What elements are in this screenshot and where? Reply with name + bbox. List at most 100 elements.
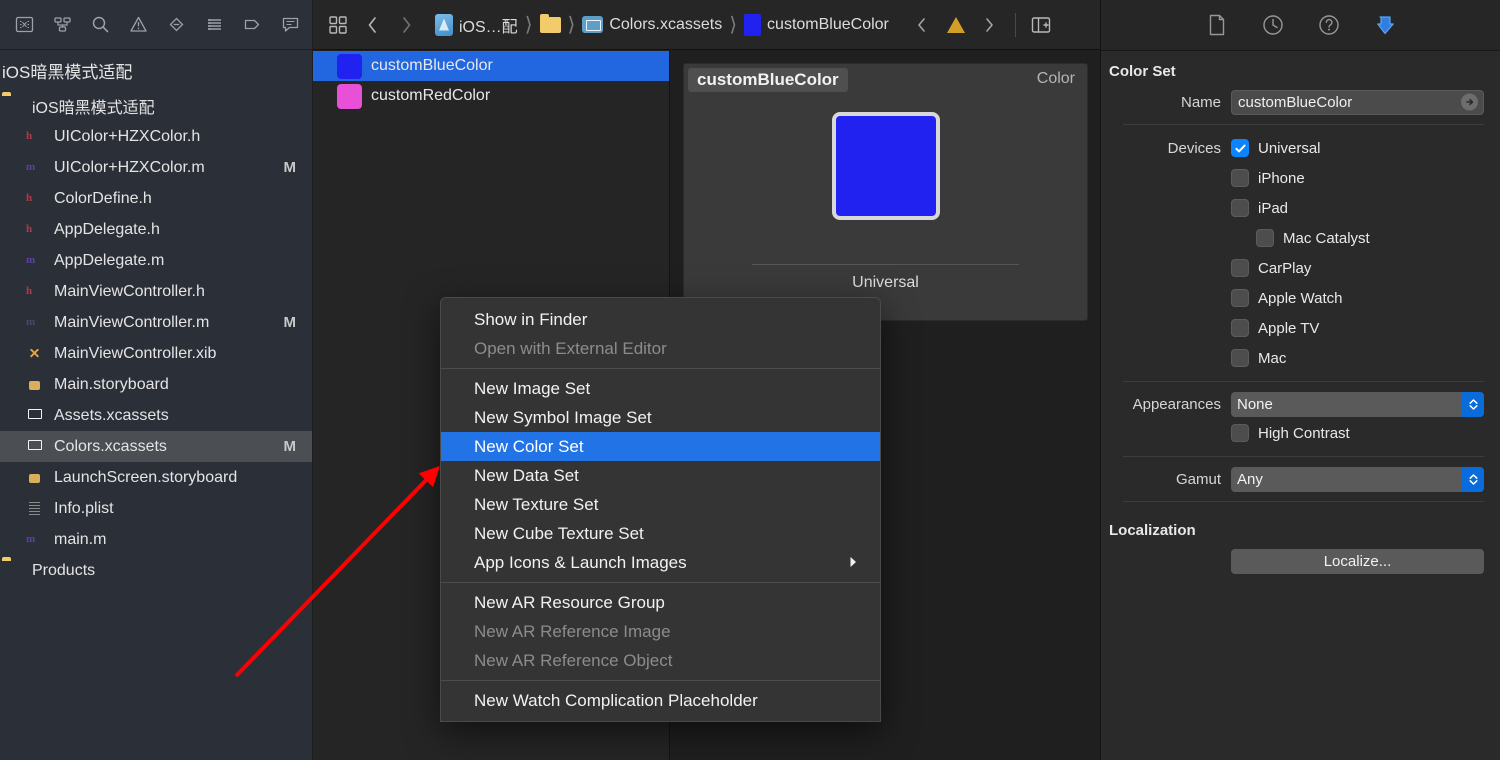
navigator-item[interactable]: Colors.xcassets M (0, 431, 312, 462)
navigator-item[interactable]: Main.storyboard (0, 369, 312, 400)
attributes-inspector-icon[interactable] (1372, 12, 1398, 38)
device-row: iPad (1101, 193, 1500, 223)
chevron-updown-icon[interactable] (1462, 391, 1484, 417)
menu-item[interactable]: New Symbol Image Set (441, 403, 880, 432)
asset-color-swatch (337, 53, 362, 79)
device-checkbox-row[interactable]: Mac (1231, 344, 1286, 372)
device-checkbox-row[interactable]: Mac Catalyst (1231, 224, 1370, 252)
breakpoint-navigator-icon[interactable] (158, 7, 194, 43)
device-checkbox[interactable] (1231, 169, 1249, 187)
navigator-item[interactable]: Info.plist (0, 493, 312, 524)
menu-item[interactable]: New AR Resource Group (441, 588, 880, 617)
issue-navigator-icon[interactable] (120, 7, 156, 43)
localize-button[interactable]: Localize... (1231, 548, 1484, 574)
device-checkbox[interactable] (1231, 289, 1249, 307)
appearances-select[interactable]: None (1231, 391, 1484, 417)
test-navigator-icon[interactable] (196, 7, 232, 43)
navigate-back-button[interactable] (355, 8, 389, 42)
name-value: customBlueColor (1238, 93, 1353, 111)
name-reveal-arrow-icon[interactable] (1461, 93, 1478, 111)
next-issue-button[interactable] (973, 8, 1007, 42)
gamut-label: Gamut (1175, 470, 1221, 488)
device-checkbox[interactable] (1231, 259, 1249, 277)
color-appearance-label: Universal (852, 274, 919, 291)
navigator-item-label: Colors.xcassets (54, 437, 167, 455)
color-panel-kind: Color (1036, 70, 1075, 87)
navigator-item[interactable]: AppDelegate.h (0, 214, 312, 245)
menu-item[interactable]: App Icons & Launch Images (441, 548, 880, 577)
breadcrumb-item-folder[interactable] (538, 13, 563, 33)
high-contrast-checkbox[interactable] (1231, 424, 1249, 442)
menu-item[interactable]: Show in Finder (441, 305, 880, 334)
menu-item[interactable]: New Image Set (441, 374, 880, 403)
breadcrumb-label-xcassets: Colors.xcassets (609, 15, 723, 33)
device-checkbox-row[interactable]: iPhone (1231, 164, 1305, 192)
asset-list-item-label: customRedColor (371, 87, 491, 104)
navigator-item[interactable]: UIColor+HZXColor.m M (0, 152, 312, 183)
color-panel-title: customBlueColor (688, 68, 848, 92)
device-row: Mac Catalyst (1101, 223, 1500, 253)
menu-item[interactable]: New Data Set (441, 461, 880, 490)
navigator-item[interactable]: LaunchScreen.storyboard (0, 462, 312, 493)
navigator-item-label: UIColor+HZXColor.m (54, 158, 205, 176)
project-navigator-icon[interactable] (6, 7, 42, 43)
menu-item[interactable]: New Cube Texture Set (441, 519, 880, 548)
breadcrumb-item-project[interactable]: iOS…配 (433, 13, 520, 37)
navigator-item[interactable]: iOS暗黑模式适配 (0, 90, 312, 121)
menu-item: New AR Reference Object (441, 646, 880, 675)
source-control-navigator-icon[interactable] (44, 7, 80, 43)
color-swatch[interactable] (831, 112, 940, 220)
navigator-item[interactable]: MainViewController.xib (0, 338, 312, 369)
related-items-icon[interactable] (321, 8, 355, 42)
navigator-file-list: iOS暗黑模式适配 UIColor+HZXColor.h UIColor+HZXCo… (0, 90, 312, 586)
gamut-select[interactable]: Any (1231, 466, 1484, 492)
device-checkbox-row[interactable]: CarPlay (1231, 254, 1311, 282)
device-checkbox[interactable] (1256, 229, 1274, 247)
navigator-item-label: Info.plist (54, 499, 114, 517)
menu-item[interactable]: New Color Set (441, 432, 880, 461)
navigator-item[interactable]: MainViewController.h (0, 276, 312, 307)
menu-item[interactable]: New Watch Complication Placeholder (441, 686, 880, 715)
navigator-item[interactable]: ColorDefine.h (0, 183, 312, 214)
breadcrumb-item-colorset[interactable]: customBlueColor (742, 13, 891, 36)
device-checkbox[interactable] (1231, 319, 1249, 337)
find-navigator-icon[interactable] (82, 7, 118, 43)
navigator-item[interactable]: UIColor+HZXColor.h (0, 121, 312, 152)
file-inspector-icon[interactable] (1204, 12, 1230, 38)
device-checkbox[interactable] (1231, 349, 1249, 367)
tag-navigator-icon[interactable] (234, 7, 270, 43)
device-label: Apple TV (1258, 319, 1320, 337)
asset-list-item-label: customBlueColor (371, 57, 493, 74)
device-checkbox-row[interactable]: Apple TV (1231, 314, 1319, 342)
previous-issue-button[interactable] (905, 8, 939, 42)
device-checkbox-row[interactable]: Universal (1231, 134, 1321, 162)
navigator-item-label: AppDelegate.m (54, 251, 165, 269)
navigator-item[interactable]: AppDelegate.m (0, 245, 312, 276)
help-inspector-icon[interactable] (1316, 12, 1342, 38)
history-inspector-icon[interactable] (1260, 12, 1286, 38)
navigator-item[interactable]: Assets.xcassets (0, 400, 312, 431)
navigator-item[interactable]: Products (0, 555, 312, 586)
device-checkbox-row[interactable]: iPad (1231, 194, 1288, 222)
asset-list-item[interactable]: customBlueColor (313, 51, 669, 81)
report-navigator-icon[interactable] (272, 7, 308, 43)
localize-row: Localize... (1101, 547, 1500, 575)
asset-list-item[interactable]: customRedColor (313, 81, 669, 111)
navigator-item[interactable]: MainViewController.m M (0, 307, 312, 338)
chevron-updown-icon[interactable] (1462, 466, 1484, 492)
name-input[interactable]: customBlueColor (1231, 89, 1484, 115)
high-contrast-checkbox-row[interactable]: High Contrast (1231, 419, 1350, 447)
navigator-item[interactable]: main.m (0, 524, 312, 555)
navigator-item-label: iOS暗黑模式适配 (32, 99, 155, 117)
warning-triangle-icon[interactable] (939, 8, 973, 42)
add-editor-icon[interactable] (1024, 8, 1058, 42)
xcode-window: iOS暗黑模式适配 iOS暗黑模式适配 UIColor+HZXColor.h UIC… (0, 0, 1500, 760)
menu-item[interactable]: New Texture Set (441, 490, 880, 519)
context-menu: Show in Finder Open with External Editor N… (440, 297, 881, 722)
breadcrumb-item-xcassets[interactable]: Colors.xcassets (580, 16, 724, 34)
device-checkbox[interactable] (1231, 199, 1249, 217)
device-checkbox[interactable] (1231, 139, 1249, 157)
device-checkbox-row[interactable]: Apple Watch (1231, 284, 1343, 312)
navigate-forward-button[interactable] (389, 8, 423, 42)
device-label: Universal (1258, 139, 1321, 157)
